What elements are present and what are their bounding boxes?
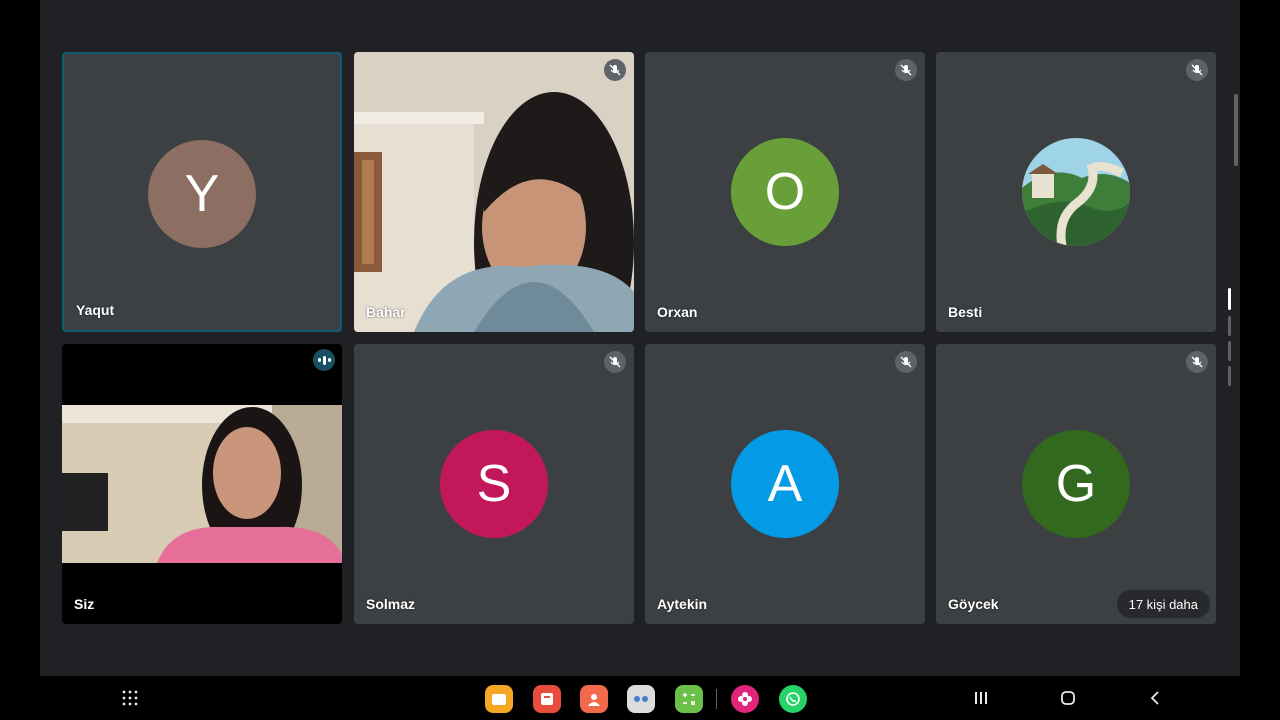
recent-apps-icon[interactable] xyxy=(973,690,989,711)
video-feed xyxy=(354,52,634,332)
whatsapp-app-icon[interactable] xyxy=(779,685,807,713)
page-indicator[interactable] xyxy=(1228,366,1231,386)
participant-tile-aytekin[interactable]: A Aytekin xyxy=(645,344,925,624)
mic-off-icon xyxy=(1186,351,1208,373)
camera-app-icon[interactable] xyxy=(627,685,655,713)
mic-off-icon xyxy=(895,59,917,81)
home-icon[interactable] xyxy=(1060,690,1076,711)
participant-tile-self[interactable]: Siz xyxy=(62,344,342,624)
participant-tile-besti[interactable]: Besti xyxy=(936,52,1216,332)
participant-tile-bahar[interactable]: Bahar xyxy=(354,52,634,332)
contacts-app-icon[interactable] xyxy=(580,685,608,713)
self-video-feed xyxy=(62,405,342,563)
meeting-screen: Y Yaqut Bahar O Orxan Besti Siz S Solmaz… xyxy=(40,0,1240,676)
calculator-app-icon[interactable] xyxy=(675,685,703,713)
participant-name: Solmaz xyxy=(366,596,416,612)
back-icon[interactable] xyxy=(1148,690,1162,711)
page-indicator-active[interactable] xyxy=(1228,288,1231,310)
speaking-indicator-icon xyxy=(313,349,335,371)
participant-name: Göycek xyxy=(948,596,999,612)
mic-off-icon xyxy=(1186,59,1208,81)
mic-off-icon xyxy=(895,351,917,373)
avatar: S xyxy=(440,430,548,538)
participant-name: Siz xyxy=(74,596,95,612)
avatar: Y xyxy=(148,140,256,248)
participant-name: Yaqut xyxy=(76,302,115,318)
avatar: A xyxy=(731,430,839,538)
notes-app-icon[interactable] xyxy=(533,685,561,713)
participant-tile-goycek[interactable]: G Göycek 17 kişi daha xyxy=(936,344,1216,624)
participant-name: Aytekin xyxy=(657,596,708,612)
files-app-icon[interactable] xyxy=(485,685,513,713)
avatar: G xyxy=(1022,430,1130,538)
participant-name: Bahar xyxy=(366,304,406,320)
taskbar-divider xyxy=(716,689,717,709)
great-wall-avatar xyxy=(1022,138,1130,246)
mic-off-icon xyxy=(604,351,626,373)
participant-name: Orxan xyxy=(657,304,698,320)
participant-tile-orxan[interactable]: O Orxan xyxy=(645,52,925,332)
page-indicator[interactable] xyxy=(1228,341,1231,361)
more-participants-button[interactable]: 17 kişi daha xyxy=(1116,590,1210,618)
gallery-app-icon[interactable] xyxy=(731,685,759,713)
participant-tile-yaqut[interactable]: Y Yaqut xyxy=(62,52,342,332)
page-indicator[interactable] xyxy=(1228,316,1231,336)
participant-tile-solmaz[interactable]: S Solmaz xyxy=(354,344,634,624)
participant-name: Besti xyxy=(948,304,983,320)
scrollbar[interactable] xyxy=(1234,94,1238,166)
app-drawer-icon[interactable] xyxy=(121,689,139,712)
mic-off-icon xyxy=(604,59,626,81)
avatar: O xyxy=(731,138,839,246)
